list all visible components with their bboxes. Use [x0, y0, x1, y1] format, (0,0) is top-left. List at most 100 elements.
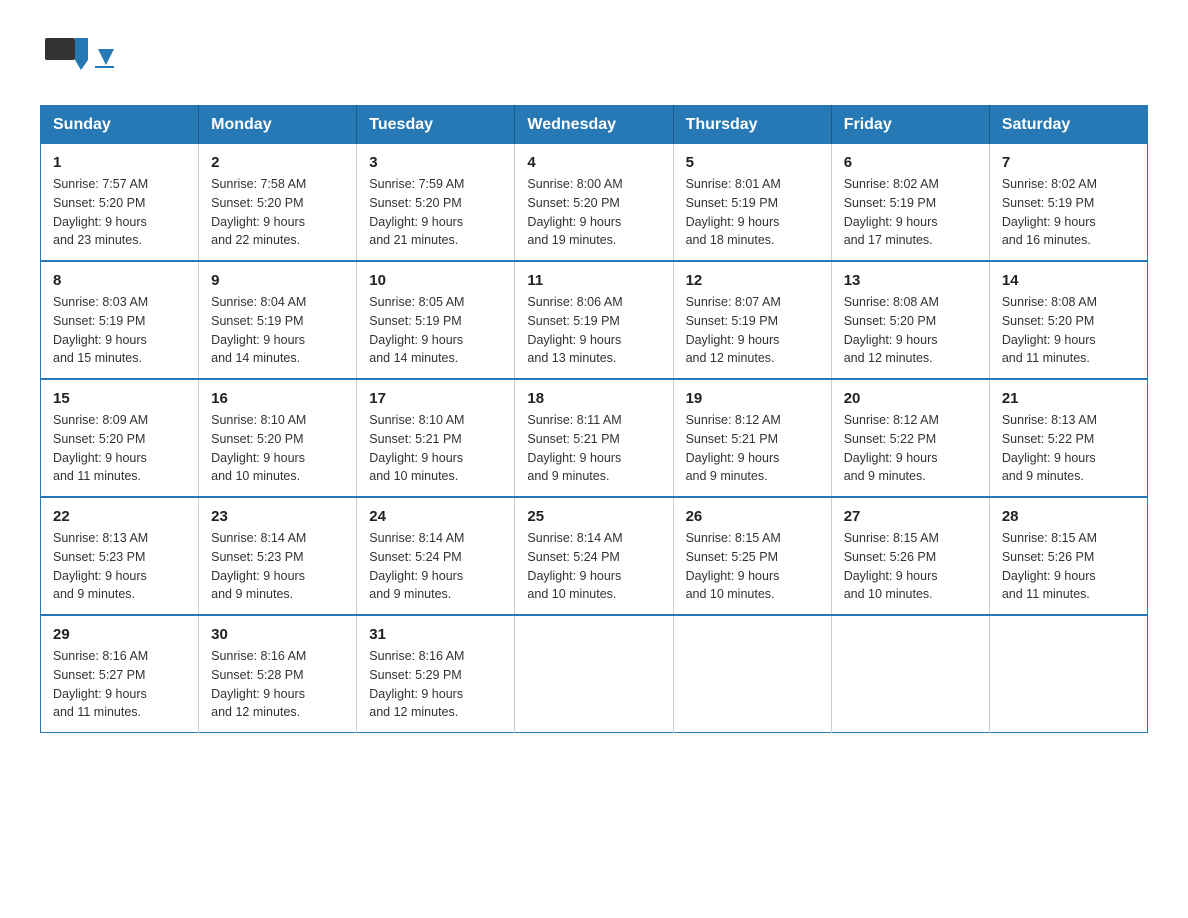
day-info: Sunrise: 8:05 AM Sunset: 5:19 PM Dayligh…: [369, 293, 502, 368]
logo-text: [95, 47, 114, 68]
day-number: 31: [369, 626, 502, 643]
day-info: Sunrise: 8:02 AM Sunset: 5:19 PM Dayligh…: [844, 175, 977, 250]
calendar-week: 29 Sunrise: 8:16 AM Sunset: 5:27 PM Dayl…: [41, 615, 1148, 733]
day-info: Sunrise: 7:59 AM Sunset: 5:20 PM Dayligh…: [369, 175, 502, 250]
day-info: Sunrise: 8:13 AM Sunset: 5:23 PM Dayligh…: [53, 529, 186, 604]
calendar-cell: 7 Sunrise: 8:02 AM Sunset: 5:19 PM Dayli…: [989, 144, 1147, 261]
calendar-cell: 22 Sunrise: 8:13 AM Sunset: 5:23 PM Dayl…: [41, 497, 199, 615]
day-number: 6: [844, 154, 977, 171]
day-number: 29: [53, 626, 186, 643]
day-info: Sunrise: 8:15 AM Sunset: 5:26 PM Dayligh…: [1002, 529, 1135, 604]
day-info: Sunrise: 8:15 AM Sunset: 5:26 PM Dayligh…: [844, 529, 977, 604]
calendar-cell: [515, 615, 673, 733]
day-info: Sunrise: 8:08 AM Sunset: 5:20 PM Dayligh…: [1002, 293, 1135, 368]
calendar-cell: 29 Sunrise: 8:16 AM Sunset: 5:27 PM Dayl…: [41, 615, 199, 733]
header-day: Monday: [199, 106, 357, 145]
logo-underline: [95, 66, 114, 68]
day-number: 17: [369, 390, 502, 407]
calendar-cell: 14 Sunrise: 8:08 AM Sunset: 5:20 PM Dayl…: [989, 261, 1147, 379]
day-number: 19: [686, 390, 819, 407]
day-number: 28: [1002, 508, 1135, 525]
day-info: Sunrise: 8:01 AM Sunset: 5:19 PM Dayligh…: [686, 175, 819, 250]
calendar-cell: 24 Sunrise: 8:14 AM Sunset: 5:24 PM Dayl…: [357, 497, 515, 615]
day-info: Sunrise: 8:14 AM Sunset: 5:23 PM Dayligh…: [211, 529, 344, 604]
calendar-week: 22 Sunrise: 8:13 AM Sunset: 5:23 PM Dayl…: [41, 497, 1148, 615]
day-number: 7: [1002, 154, 1135, 171]
day-number: 30: [211, 626, 344, 643]
calendar-cell: 15 Sunrise: 8:09 AM Sunset: 5:20 PM Dayl…: [41, 379, 199, 497]
calendar-body: 1 Sunrise: 7:57 AM Sunset: 5:20 PM Dayli…: [41, 144, 1148, 733]
calendar-cell: 23 Sunrise: 8:14 AM Sunset: 5:23 PM Dayl…: [199, 497, 357, 615]
logo-icon: [40, 30, 95, 85]
day-info: Sunrise: 8:10 AM Sunset: 5:20 PM Dayligh…: [211, 411, 344, 486]
calendar-cell: 6 Sunrise: 8:02 AM Sunset: 5:19 PM Dayli…: [831, 144, 989, 261]
calendar-cell: 10 Sunrise: 8:05 AM Sunset: 5:19 PM Dayl…: [357, 261, 515, 379]
day-info: Sunrise: 8:12 AM Sunset: 5:22 PM Dayligh…: [844, 411, 977, 486]
calendar-cell: 25 Sunrise: 8:14 AM Sunset: 5:24 PM Dayl…: [515, 497, 673, 615]
day-info: Sunrise: 8:08 AM Sunset: 5:20 PM Dayligh…: [844, 293, 977, 368]
logo-triangle-icon: [98, 49, 114, 65]
logo: [40, 30, 114, 85]
calendar-cell: 5 Sunrise: 8:01 AM Sunset: 5:19 PM Dayli…: [673, 144, 831, 261]
calendar-cell: 3 Sunrise: 7:59 AM Sunset: 5:20 PM Dayli…: [357, 144, 515, 261]
calendar-cell: 17 Sunrise: 8:10 AM Sunset: 5:21 PM Dayl…: [357, 379, 515, 497]
day-number: 15: [53, 390, 186, 407]
day-number: 1: [53, 154, 186, 171]
calendar-cell: 13 Sunrise: 8:08 AM Sunset: 5:20 PM Dayl…: [831, 261, 989, 379]
day-number: 4: [527, 154, 660, 171]
day-number: 24: [369, 508, 502, 525]
day-number: 9: [211, 272, 344, 289]
header-day: Friday: [831, 106, 989, 145]
day-info: Sunrise: 8:02 AM Sunset: 5:19 PM Dayligh…: [1002, 175, 1135, 250]
day-info: Sunrise: 8:16 AM Sunset: 5:28 PM Dayligh…: [211, 647, 344, 722]
day-info: Sunrise: 7:57 AM Sunset: 5:20 PM Dayligh…: [53, 175, 186, 250]
day-info: Sunrise: 8:11 AM Sunset: 5:21 PM Dayligh…: [527, 411, 660, 486]
header-day: Thursday: [673, 106, 831, 145]
calendar-cell: 4 Sunrise: 8:00 AM Sunset: 5:20 PM Dayli…: [515, 144, 673, 261]
header-day: Wednesday: [515, 106, 673, 145]
calendar-cell: 9 Sunrise: 8:04 AM Sunset: 5:19 PM Dayli…: [199, 261, 357, 379]
calendar-cell: 12 Sunrise: 8:07 AM Sunset: 5:19 PM Dayl…: [673, 261, 831, 379]
day-info: Sunrise: 8:10 AM Sunset: 5:21 PM Dayligh…: [369, 411, 502, 486]
calendar-cell: 26 Sunrise: 8:15 AM Sunset: 5:25 PM Dayl…: [673, 497, 831, 615]
day-number: 12: [686, 272, 819, 289]
day-number: 11: [527, 272, 660, 289]
calendar-cell: [989, 615, 1147, 733]
day-number: 27: [844, 508, 977, 525]
day-number: 3: [369, 154, 502, 171]
day-number: 14: [1002, 272, 1135, 289]
day-info: Sunrise: 8:00 AM Sunset: 5:20 PM Dayligh…: [527, 175, 660, 250]
calendar-cell: 16 Sunrise: 8:10 AM Sunset: 5:20 PM Dayl…: [199, 379, 357, 497]
day-number: 10: [369, 272, 502, 289]
day-number: 21: [1002, 390, 1135, 407]
day-info: Sunrise: 8:13 AM Sunset: 5:22 PM Dayligh…: [1002, 411, 1135, 486]
day-number: 22: [53, 508, 186, 525]
page-header: [40, 30, 1148, 85]
day-info: Sunrise: 8:15 AM Sunset: 5:25 PM Dayligh…: [686, 529, 819, 604]
calendar-cell: 27 Sunrise: 8:15 AM Sunset: 5:26 PM Dayl…: [831, 497, 989, 615]
calendar-header: SundayMondayTuesdayWednesdayThursdayFrid…: [41, 106, 1148, 145]
day-number: 20: [844, 390, 977, 407]
logo-blue: [95, 47, 114, 65]
calendar-cell: 18 Sunrise: 8:11 AM Sunset: 5:21 PM Dayl…: [515, 379, 673, 497]
day-number: 5: [686, 154, 819, 171]
header-day: Sunday: [41, 106, 199, 145]
day-info: Sunrise: 8:03 AM Sunset: 5:19 PM Dayligh…: [53, 293, 186, 368]
calendar-cell: [673, 615, 831, 733]
day-info: Sunrise: 8:16 AM Sunset: 5:29 PM Dayligh…: [369, 647, 502, 722]
day-info: Sunrise: 8:12 AM Sunset: 5:21 PM Dayligh…: [686, 411, 819, 486]
day-info: Sunrise: 7:58 AM Sunset: 5:20 PM Dayligh…: [211, 175, 344, 250]
day-info: Sunrise: 8:07 AM Sunset: 5:19 PM Dayligh…: [686, 293, 819, 368]
day-number: 2: [211, 154, 344, 171]
day-number: 26: [686, 508, 819, 525]
calendar-cell: 30 Sunrise: 8:16 AM Sunset: 5:28 PM Dayl…: [199, 615, 357, 733]
calendar-cell: 31 Sunrise: 8:16 AM Sunset: 5:29 PM Dayl…: [357, 615, 515, 733]
header-row: SundayMondayTuesdayWednesdayThursdayFrid…: [41, 106, 1148, 145]
day-info: Sunrise: 8:14 AM Sunset: 5:24 PM Dayligh…: [369, 529, 502, 604]
header-day: Tuesday: [357, 106, 515, 145]
day-info: Sunrise: 8:14 AM Sunset: 5:24 PM Dayligh…: [527, 529, 660, 604]
calendar-cell: 21 Sunrise: 8:13 AM Sunset: 5:22 PM Dayl…: [989, 379, 1147, 497]
calendar-cell: 2 Sunrise: 7:58 AM Sunset: 5:20 PM Dayli…: [199, 144, 357, 261]
day-number: 18: [527, 390, 660, 407]
day-info: Sunrise: 8:06 AM Sunset: 5:19 PM Dayligh…: [527, 293, 660, 368]
